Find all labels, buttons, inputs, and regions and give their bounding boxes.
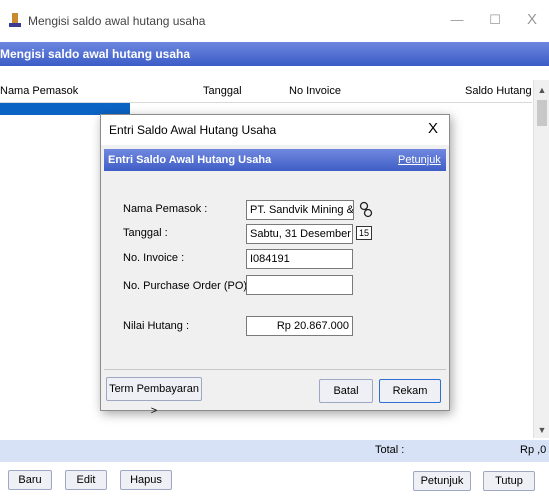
- dialog-header: Entri Saldo Awal Hutang Usaha Petunjuk: [104, 149, 446, 171]
- main-header-title: Mengisi saldo awal hutang usaha: [0, 47, 191, 61]
- nilai-hutang-label: Nilai Hutang :: [123, 320, 190, 332]
- no-po-label: No. Purchase Order (PO) :: [123, 280, 254, 292]
- nama-pemasok-field[interactable]: PT. Sandvik Mining & Construction Inc: [246, 200, 354, 220]
- total-label: Total :: [375, 444, 405, 456]
- window-titlebar: Mengisi saldo awal hutang usaha — ☐ X: [0, 0, 549, 42]
- dialog-title: Entri Saldo Awal Hutang Usaha: [109, 123, 277, 137]
- dialog-form: Nama Pemasok : PT. Sandvik Mining & Cons…: [104, 173, 446, 367]
- edit-button[interactable]: Edit: [65, 470, 107, 490]
- nilai-hutang-field[interactable]: Rp 20.867.000: [246, 316, 353, 336]
- lookup-icon[interactable]: [358, 201, 374, 219]
- no-po-field[interactable]: [246, 275, 353, 295]
- no-invoice-label: No. Invoice :: [123, 252, 185, 264]
- column-header-saldo-hutang[interactable]: Saldo Hutang: [465, 85, 532, 97]
- dialog-close-icon[interactable]: X: [424, 120, 442, 138]
- app-icon: [8, 12, 22, 28]
- vertical-scrollbar[interactable]: ▲ ▼: [533, 80, 549, 438]
- scroll-up-icon[interactable]: ▲: [534, 84, 549, 96]
- entri-saldo-dialog: Entri Saldo Awal Hutang Usaha X Entri Sa…: [100, 114, 450, 417]
- baru-button[interactable]: Baru: [8, 470, 52, 490]
- tanggal-field[interactable]: Sabtu, 31 Desember 20: [246, 224, 353, 244]
- scroll-thumb[interactable]: [537, 100, 547, 126]
- column-header-tanggal[interactable]: Tanggal: [203, 85, 242, 97]
- minimize-button[interactable]: —: [446, 10, 468, 30]
- term-pembayaran-button[interactable]: Term Pembayaran >: [106, 377, 202, 417]
- dialog-footer: Term Pembayaran > Batal Rekam: [104, 369, 446, 417]
- window-close-button[interactable]: X: [521, 10, 543, 30]
- maximize-button[interactable]: ☐: [484, 10, 506, 30]
- no-invoice-field[interactable]: I084191: [246, 249, 353, 269]
- column-header-no-invoice[interactable]: No Invoice: [289, 85, 341, 97]
- window-title: Mengisi saldo awal hutang usaha: [28, 14, 206, 28]
- dialog-header-title: Entri Saldo Awal Hutang Usaha: [108, 154, 272, 166]
- total-bar: Total : Rp ,0: [0, 440, 549, 462]
- calendar-icon[interactable]: 15: [356, 226, 372, 240]
- tanggal-label: Tanggal :: [123, 227, 168, 239]
- grid-header: Nama Pemasok Tanggal No Invoice Saldo Hu…: [0, 80, 532, 103]
- petunjuk-link[interactable]: Petunjuk: [398, 154, 441, 166]
- rekam-button[interactable]: Rekam: [379, 379, 441, 403]
- petunjuk-button[interactable]: Petunjuk: [413, 471, 471, 491]
- scroll-down-icon[interactable]: ▼: [534, 424, 549, 436]
- hapus-button[interactable]: Hapus: [120, 470, 172, 490]
- total-value: Rp ,0: [520, 444, 547, 456]
- nama-pemasok-label: Nama Pemasok :: [123, 203, 208, 215]
- column-header-nama-pemasok[interactable]: Nama Pemasok: [0, 85, 78, 97]
- bottom-toolbar: Baru Edit Hapus Petunjuk Tutup: [0, 462, 549, 497]
- tutup-button[interactable]: Tutup: [483, 471, 535, 491]
- dialog-titlebar: Entri Saldo Awal Hutang Usaha X: [101, 115, 449, 145]
- batal-button[interactable]: Batal: [319, 379, 373, 403]
- main-header: Mengisi saldo awal hutang usaha: [0, 42, 549, 66]
